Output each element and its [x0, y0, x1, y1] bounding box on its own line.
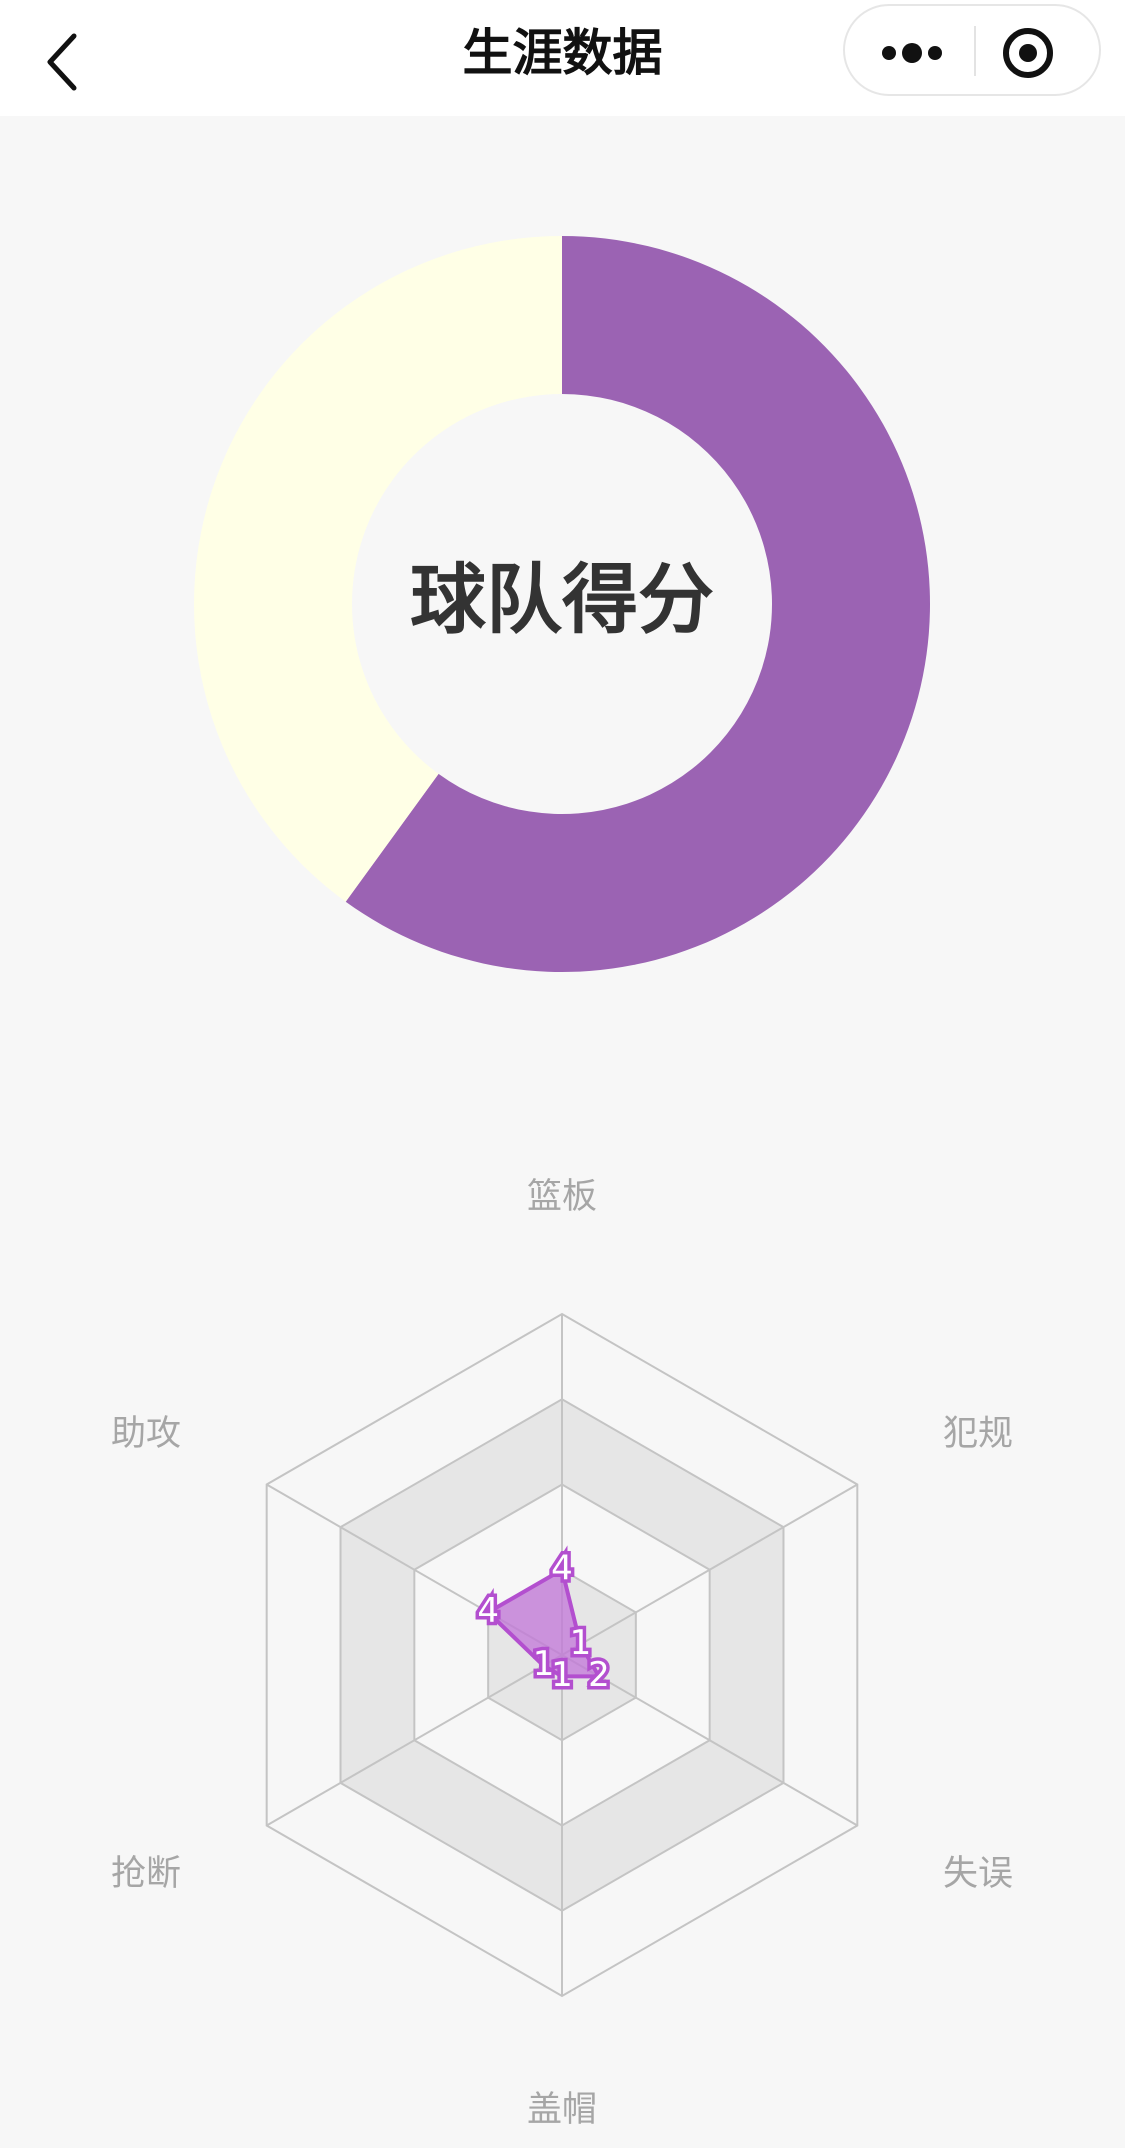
radar-axis-label: 失误	[943, 1854, 1013, 1894]
radar-axis-label: 盖帽	[527, 2090, 597, 2130]
more-button[interactable]	[845, 6, 973, 94]
radar-value-label: 4	[477, 1591, 499, 1631]
capsule-menu	[843, 4, 1101, 96]
radar-axis-label: 犯规	[943, 1414, 1013, 1454]
chart-area: 球队得分 412114篮板犯规失误盖帽抢断助攻	[111, 236, 1013, 2130]
radar-axis-label: 助攻	[111, 1414, 181, 1454]
radar-value-label: 1	[551, 1655, 573, 1695]
radar-value-label: 1	[533, 1644, 555, 1684]
nav-bar: 生涯数据	[0, 0, 1125, 116]
donut-center-label: 球队得分	[410, 555, 714, 644]
radar-axis-label: 篮板	[527, 1177, 597, 1217]
radar-value-label: 4	[551, 1548, 573, 1588]
more-dots-icon	[882, 43, 942, 63]
target-close-icon	[1003, 28, 1053, 78]
close-miniprogram-button[interactable]	[977, 6, 1099, 94]
radar-value-label: 2	[588, 1655, 610, 1695]
radar-chart: 412114篮板犯规失误盖帽抢断助攻	[111, 1177, 1013, 2130]
capsule-divider	[974, 26, 976, 76]
radar-axis-label: 抢断	[111, 1854, 181, 1894]
